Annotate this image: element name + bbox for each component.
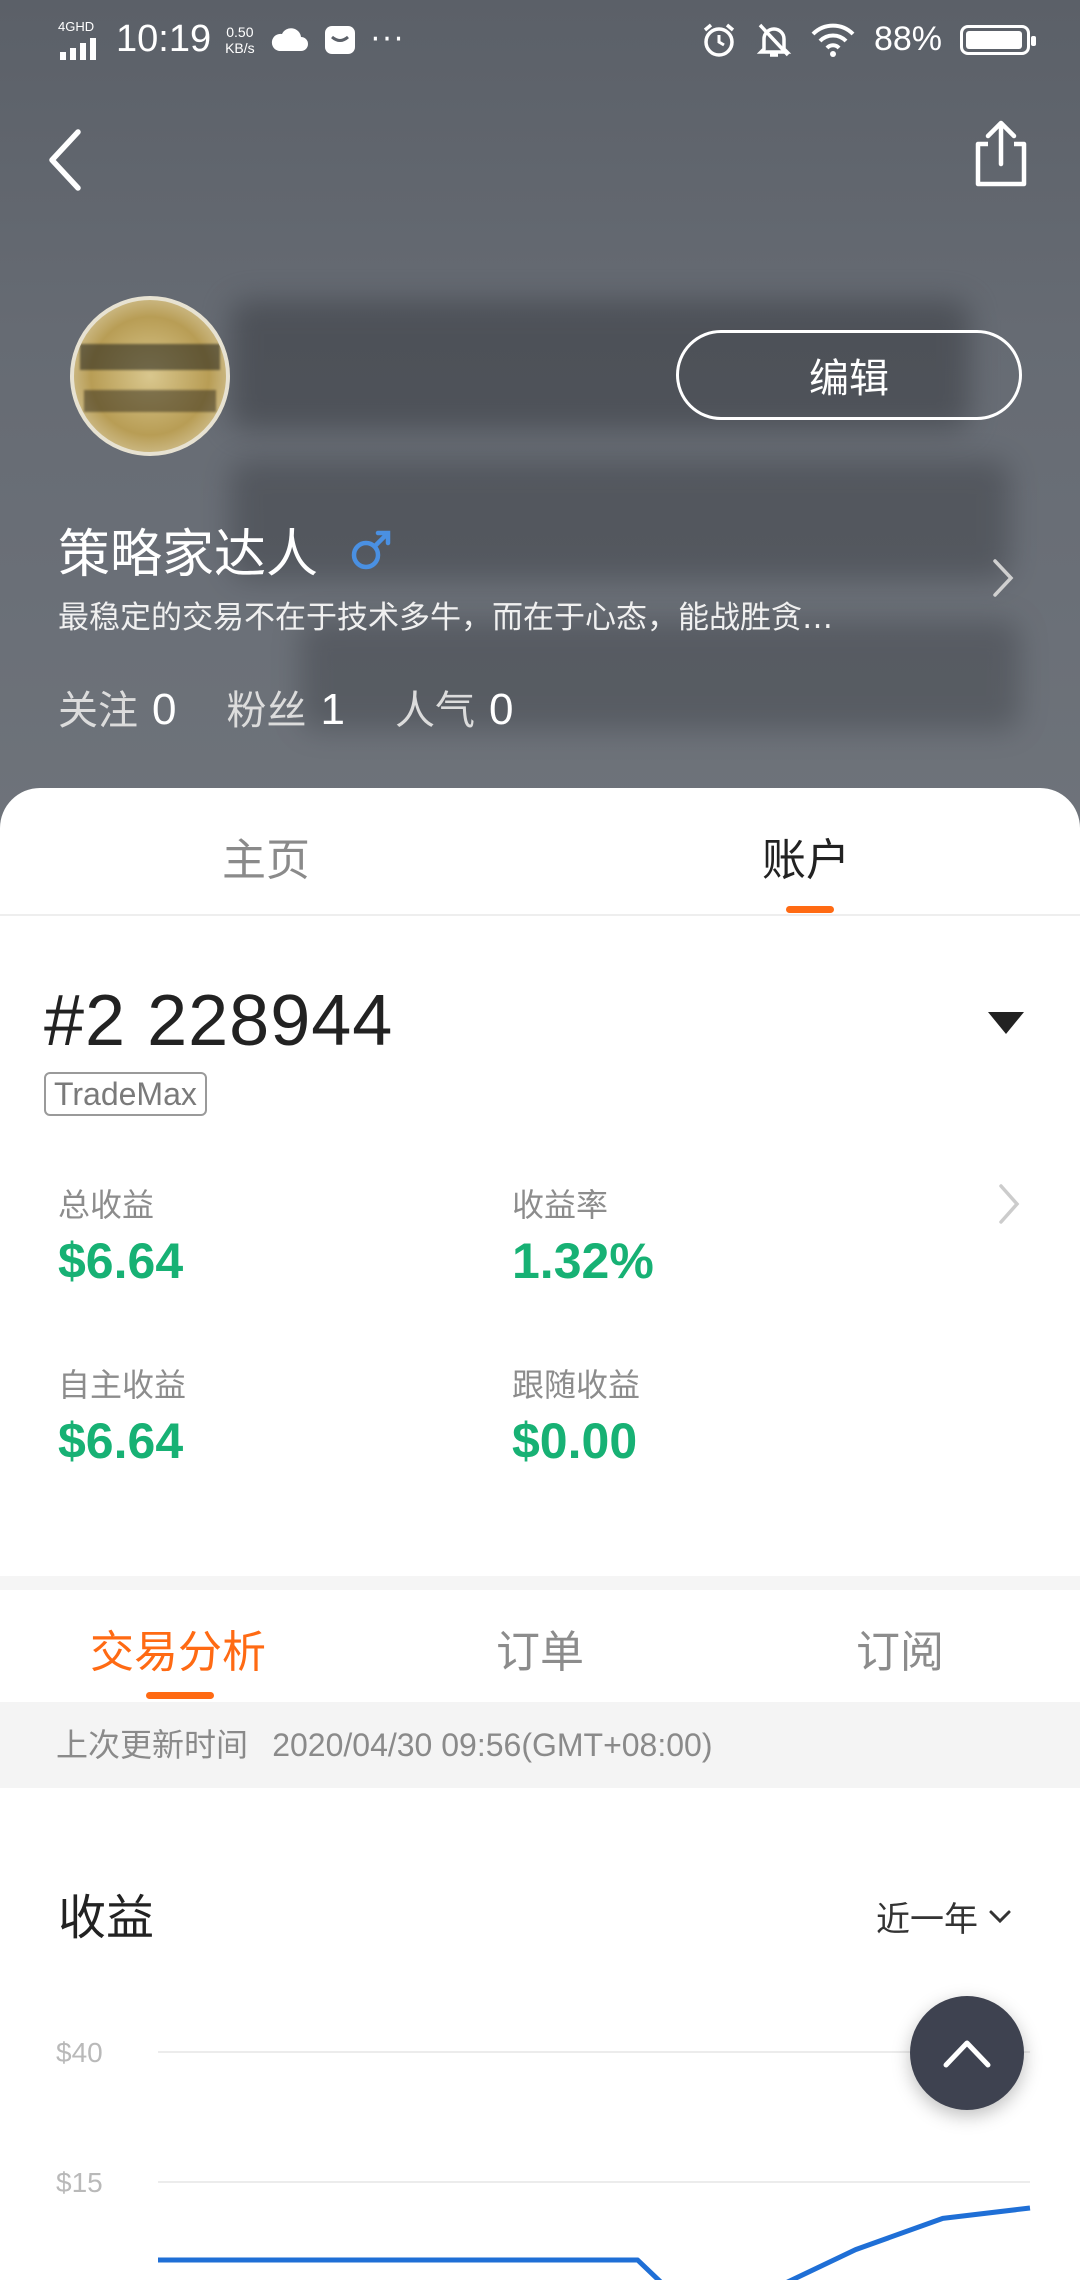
message-icon	[324, 25, 355, 54]
range-select-value: 近一年	[876, 1900, 978, 1940]
metric-value-return-rate: 1.32%	[512, 1233, 654, 1289]
metric-label-return-rate: 收益率	[512, 1186, 609, 1224]
network-speed: 0.50 KB/s	[225, 24, 255, 56]
broker-tag: TradeMax	[44, 1072, 207, 1116]
stat-label: 粉丝	[226, 688, 307, 734]
wifi-icon	[811, 23, 855, 57]
back-icon[interactable]	[40, 120, 100, 200]
tab-indicator	[786, 906, 834, 913]
stat-followers[interactable]: 粉丝 1	[226, 678, 344, 736]
update-time: 2020/04/30 09:56(GMT+08:00)	[272, 1727, 713, 1763]
y-tick-label: $40	[56, 2037, 103, 2068]
metric-label-own-profit: 自主收益	[58, 1366, 187, 1404]
y-tick-label: $15	[56, 2167, 103, 2198]
update-label: 上次更新时间	[56, 1727, 249, 1763]
tab-subscriptions[interactable]: 订阅	[856, 1616, 944, 1680]
chevron-up-icon	[943, 2040, 991, 2068]
metric-value-total-profit: $6.64	[58, 1233, 184, 1289]
battery-icon	[960, 24, 1036, 55]
metric-label-total-profit: 总收益	[58, 1186, 155, 1224]
account-id: #2 228944	[44, 981, 394, 1061]
main-tabs: 主页 账户	[0, 788, 1080, 916]
signal-icon: 4GHD	[58, 18, 102, 60]
stat-following[interactable]: 关注 0	[58, 678, 176, 736]
profile-stats: 关注 0 粉丝 1 人气 0	[58, 678, 513, 736]
dropdown-triangle-icon[interactable]	[988, 1012, 1024, 1034]
network-type: 4GHD	[58, 18, 95, 34]
sub-tab-indicator	[146, 1692, 214, 1699]
tab-home[interactable]: 主页	[222, 824, 310, 888]
avatar[interactable]	[70, 296, 230, 456]
analysis-tabs: 交易分析 订单 订阅	[0, 1590, 1080, 1700]
chevron-down-icon	[989, 1910, 1011, 1923]
battery-level	[966, 30, 1023, 49]
network-speed-value: 0.50	[226, 23, 254, 40]
avatar-text-band	[80, 344, 220, 370]
last-update-bar: 上次更新时间 2020/04/30 09:56(GMT+08:00)	[0, 1702, 1080, 1788]
scroll-top-button[interactable]	[910, 1996, 1024, 2110]
stat-popularity[interactable]: 人气 0	[395, 678, 513, 736]
stat-label: 人气	[394, 688, 475, 734]
stat-value: 0	[152, 685, 177, 734]
metric-value-follow-profit: $0.00	[512, 1413, 638, 1469]
alarm-icon	[703, 23, 735, 57]
status-bar: 4GHD 10:19 0.50 KB/s ··· 88%	[0, 0, 1080, 84]
profit-section-title: 收益	[58, 1890, 155, 1946]
tab-orders[interactable]: 订单	[496, 1616, 584, 1680]
mute-bell-icon	[756, 23, 792, 57]
more-indicator: ···	[370, 22, 406, 57]
series-line	[158, 2205, 1031, 2280]
edit-profile-button[interactable]: 编辑	[676, 330, 1022, 420]
profile-name: 策略家达人	[58, 525, 319, 585]
avatar-text-band-2	[84, 390, 216, 412]
cloud-icon	[271, 27, 308, 51]
profile-bio[interactable]: 最稳定的交易不在于技术多牛，而在于心态，能战胜贪…	[58, 592, 958, 637]
profile-name-row: 策略家达人	[58, 512, 394, 587]
stat-value: 0	[488, 685, 514, 734]
metric-value-own-profit: $6.64	[58, 1413, 184, 1469]
clock: 10:19	[116, 18, 212, 60]
battery-percent: 88%	[873, 20, 942, 58]
chevron-right-icon[interactable]	[990, 556, 1016, 600]
tab-trade-analysis[interactable]: 交易分析	[90, 1616, 266, 1680]
network-speed-unit: KB/s	[225, 39, 255, 56]
male-gender-icon	[351, 530, 391, 569]
metric-label-follow-profit: 跟随收益	[512, 1366, 641, 1404]
stat-label: 关注	[58, 688, 138, 734]
stat-value: 1	[320, 685, 345, 734]
chevron-right-icon[interactable]	[996, 1180, 1022, 1228]
tab-account[interactable]: 账户	[762, 824, 850, 888]
share-icon[interactable]	[968, 118, 1034, 190]
range-select[interactable]: 近一年	[876, 1892, 1012, 1941]
section-divider	[0, 1576, 1080, 1590]
